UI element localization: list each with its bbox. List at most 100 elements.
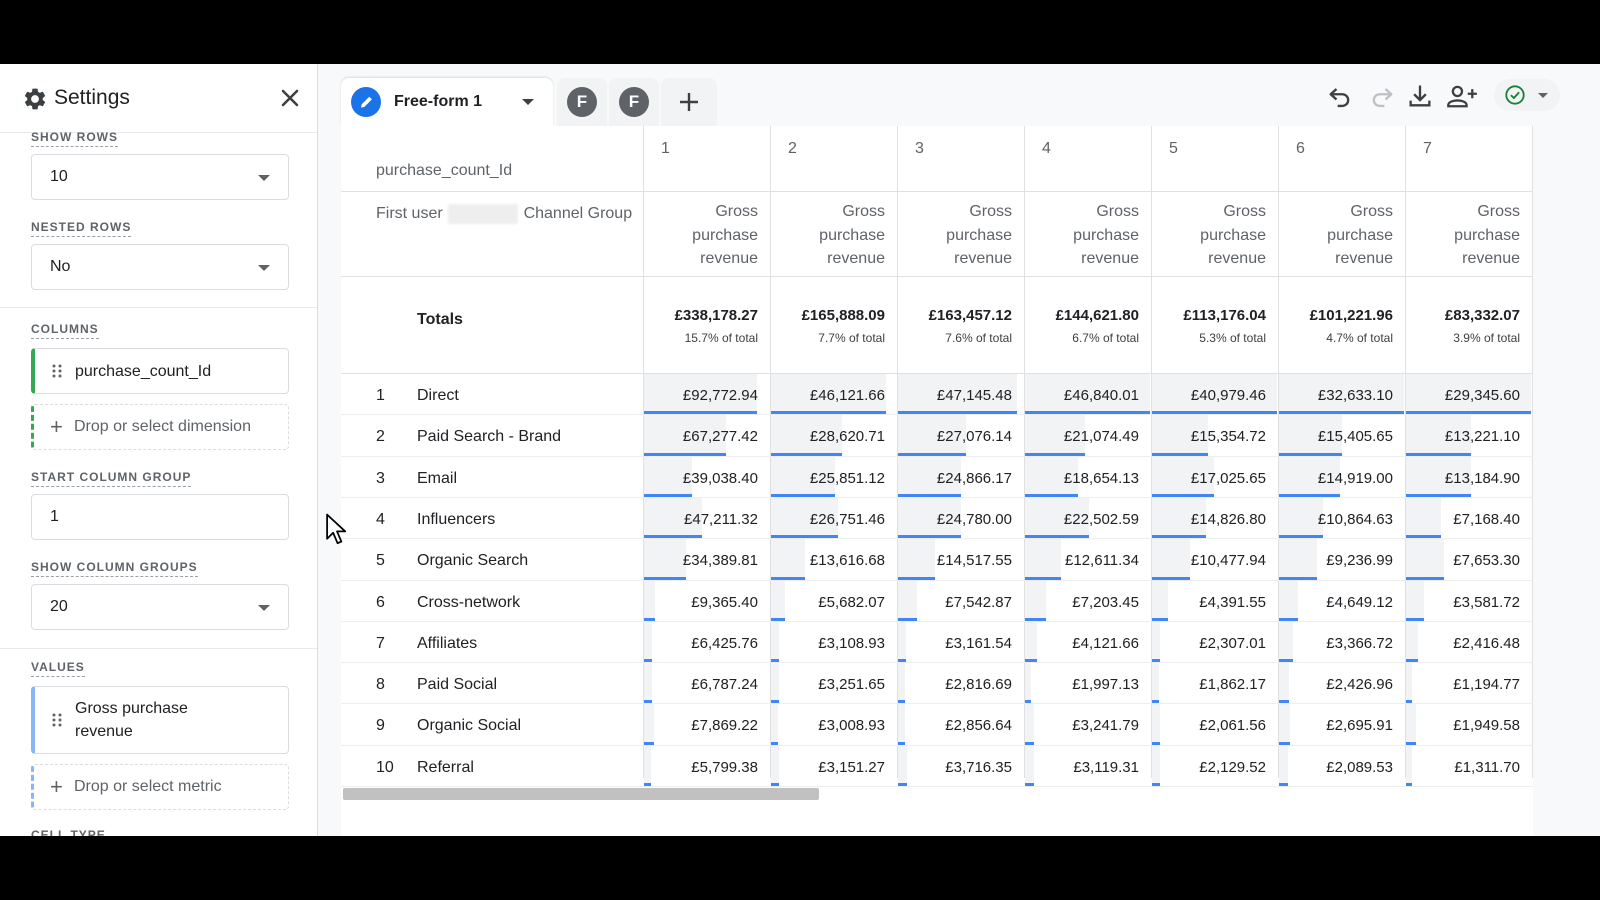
table-cell[interactable]: £2,416.48 <box>1410 635 1520 652</box>
table-cell[interactable]: £46,121.66 <box>775 387 885 404</box>
table-cell[interactable]: £4,121.66 <box>1029 635 1139 652</box>
table-cell[interactable]: £2,816.69 <box>902 676 1012 693</box>
column-dimension-chip[interactable]: purchase_count_Id <box>31 348 289 394</box>
table-cell[interactable]: £7,542.87 <box>902 594 1012 611</box>
table-cell[interactable]: £3,151.27 <box>775 759 885 776</box>
table-cell[interactable]: £18,654.13 <box>1029 470 1139 487</box>
row-label[interactable]: Organic Social <box>417 717 521 735</box>
table-cell[interactable]: £40,979.46 <box>1156 387 1266 404</box>
column-number-header[interactable]: 7 <box>1423 140 1432 158</box>
metric-header[interactable]: Gross purchase revenue <box>1283 200 1393 271</box>
table-cell[interactable]: £5,799.38 <box>648 759 758 776</box>
table-cell[interactable]: £7,203.45 <box>1029 594 1139 611</box>
row-label[interactable]: Direct <box>417 387 459 405</box>
table-cell[interactable]: £12,611.34 <box>1029 552 1139 569</box>
table-cell[interactable]: £24,780.00 <box>902 511 1012 528</box>
table-cell[interactable]: £3,161.54 <box>902 635 1012 652</box>
table-cell[interactable]: £24,866.17 <box>902 470 1012 487</box>
table-cell[interactable]: £14,919.00 <box>1283 470 1393 487</box>
drag-handle-icon[interactable] <box>52 364 62 378</box>
table-cell[interactable]: £2,426.96 <box>1283 676 1393 693</box>
table-cell[interactable]: £13,221.10 <box>1410 428 1520 445</box>
row-label[interactable]: Influencers <box>417 511 495 529</box>
table-cell[interactable]: £6,425.76 <box>648 635 758 652</box>
row-label[interactable]: Paid Social <box>417 676 497 694</box>
table-cell[interactable]: £34,389.81 <box>648 552 758 569</box>
metric-header[interactable]: Gross purchase revenue <box>1029 200 1139 271</box>
table-cell[interactable]: £6,787.24 <box>648 676 758 693</box>
table-cell[interactable]: £3,108.93 <box>775 635 885 652</box>
table-cell[interactable]: £2,856.64 <box>902 717 1012 734</box>
column-number-header[interactable]: 5 <box>1169 140 1178 158</box>
table-cell[interactable]: £13,616.68 <box>775 552 885 569</box>
drop-metric-target[interactable]: + Drop or select metric <box>31 764 289 810</box>
redo-icon[interactable] <box>1368 82 1396 110</box>
column-number-header[interactable]: 2 <box>788 140 797 158</box>
metric-chip[interactable]: Gross purchase revenue <box>31 686 289 754</box>
row-label[interactable]: Organic Search <box>417 552 528 570</box>
column-number-header[interactable]: 1 <box>661 140 670 158</box>
column-number-header[interactable]: 3 <box>915 140 924 158</box>
metric-header[interactable]: Gross purchase revenue <box>1410 200 1520 271</box>
row-label[interactable]: Email <box>417 470 457 488</box>
table-cell[interactable]: £2,695.91 <box>1283 717 1393 734</box>
tab-f-2[interactable]: F <box>609 78 659 126</box>
table-cell[interactable]: £2,061.56 <box>1156 717 1266 734</box>
download-icon[interactable] <box>1406 82 1434 110</box>
table-cell[interactable]: £28,620.71 <box>775 428 885 445</box>
show-rows-select[interactable]: 10 <box>31 154 289 200</box>
chevron-down-icon[interactable] <box>522 99 534 105</box>
table-cell[interactable]: £92,772.94 <box>648 387 758 404</box>
table-cell[interactable]: £29,345.60 <box>1410 387 1520 404</box>
table-cell[interactable]: £21,074.49 <box>1029 428 1139 445</box>
table-cell[interactable]: £10,477.94 <box>1156 552 1266 569</box>
share-icon[interactable] <box>1446 82 1478 110</box>
table-cell[interactable]: £9,365.40 <box>648 594 758 611</box>
table-cell[interactable]: £7,869.22 <box>648 717 758 734</box>
table-cell[interactable]: £10,864.63 <box>1283 511 1393 528</box>
add-tab-button[interactable] <box>661 78 717 126</box>
table-cell[interactable]: £1,997.13 <box>1029 676 1139 693</box>
table-cell[interactable]: £32,633.10 <box>1283 387 1393 404</box>
table-cell[interactable]: £15,405.65 <box>1283 428 1393 445</box>
table-cell[interactable]: £7,653.30 <box>1410 552 1520 569</box>
table-cell[interactable]: £3,251.65 <box>775 676 885 693</box>
table-cell[interactable]: £26,751.46 <box>775 511 885 528</box>
tab-free-form-1[interactable]: Free-form 1 <box>341 78 553 126</box>
table-cell[interactable]: £15,354.72 <box>1156 428 1266 445</box>
table-cell[interactable]: £25,851.12 <box>775 470 885 487</box>
table-cell[interactable]: £39,038.40 <box>648 470 758 487</box>
close-icon[interactable] <box>276 84 304 112</box>
row-label[interactable]: Paid Search - Brand <box>417 428 561 446</box>
table-cell[interactable]: £1,862.17 <box>1156 676 1266 693</box>
table-cell[interactable]: £3,241.79 <box>1029 717 1139 734</box>
table-cell[interactable]: £27,076.14 <box>902 428 1012 445</box>
table-cell[interactable]: £3,119.31 <box>1029 759 1139 776</box>
row-label[interactable]: Affiliates <box>417 635 477 653</box>
metric-header[interactable]: Gross purchase revenue <box>902 200 1012 271</box>
nested-rows-select[interactable]: No <box>31 244 289 290</box>
table-cell[interactable]: £3,581.72 <box>1410 594 1520 611</box>
table-cell[interactable]: £4,649.12 <box>1283 594 1393 611</box>
table-cell[interactable]: £3,366.72 <box>1283 635 1393 652</box>
table-cell[interactable]: £4,391.55 <box>1156 594 1266 611</box>
status-menu-button[interactable] <box>1494 79 1560 111</box>
column-number-header[interactable]: 4 <box>1042 140 1051 158</box>
tab-f-1[interactable]: F <box>557 78 607 126</box>
table-cell[interactable]: £14,826.80 <box>1156 511 1266 528</box>
table-cell[interactable]: £47,145.48 <box>902 387 1012 404</box>
table-cell[interactable]: £2,129.52 <box>1156 759 1266 776</box>
undo-icon[interactable] <box>1326 82 1354 110</box>
table-cell[interactable]: £2,307.01 <box>1156 635 1266 652</box>
table-cell[interactable]: £5,682.07 <box>775 594 885 611</box>
table-cell[interactable]: £47,211.32 <box>648 511 758 528</box>
row-label[interactable]: Referral <box>417 759 474 777</box>
table-cell[interactable]: £13,184.90 <box>1410 470 1520 487</box>
metric-header[interactable]: Gross purchase revenue <box>775 200 885 271</box>
row-label[interactable]: Cross-network <box>417 594 520 612</box>
table-cell[interactable]: £67,277.42 <box>648 428 758 445</box>
table-cell[interactable]: £17,025.65 <box>1156 470 1266 487</box>
table-cell[interactable]: £7,168.40 <box>1410 511 1520 528</box>
table-cell[interactable]: £22,502.59 <box>1029 511 1139 528</box>
metric-header[interactable]: Gross purchase revenue <box>648 200 758 271</box>
